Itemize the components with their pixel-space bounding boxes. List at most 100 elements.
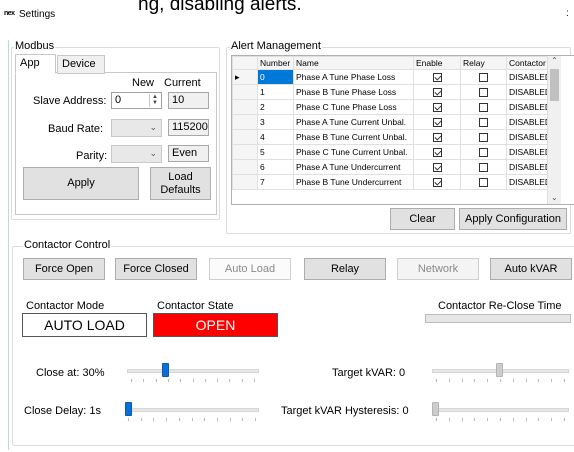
cell-enable <box>413 114 461 130</box>
cell-enable <box>413 99 461 115</box>
column-header-number[interactable]: Number <box>257 56 294 70</box>
close-at-slider-thumb[interactable] <box>162 363 169 377</box>
column-header-name[interactable]: Name <box>293 56 414 70</box>
clear-button[interactable]: Clear <box>390 208 455 230</box>
target-kvar-hysteresis-slider-track[interactable] <box>432 408 569 412</box>
target-kvar-hysteresis-label: Target kVAR Hysteresis: 0 <box>281 405 409 417</box>
table-row[interactable]: 2 Phase C Tune Phase Loss DISABLED <box>232 99 557 115</box>
slave-address-current: 10 <box>168 92 209 109</box>
table-row[interactable]: ▸ 0 Phase A Tune Phase Loss DISABLED <box>232 69 557 85</box>
relay-checkbox[interactable] <box>479 178 488 188</box>
column-header-relay[interactable]: Relay <box>460 56 507 70</box>
table-row[interactable]: 6 Phase A Tune Undercurrent DISABLED <box>232 159 557 175</box>
relay-checkbox[interactable] <box>479 88 488 98</box>
row-selector[interactable] <box>232 129 258 145</box>
cell-name[interactable]: Phase B Tune Current Unbal. <box>293 129 414 145</box>
enable-checkbox[interactable] <box>432 73 442 83</box>
target-kvar-hysteresis-slider-thumb[interactable] <box>432 402 439 416</box>
enable-checkbox[interactable] <box>432 133 442 143</box>
table-row[interactable]: 1 Phase B Tune Phase Loss DISABLED <box>232 84 557 100</box>
close-at-label: Close at: 30% <box>36 367 105 379</box>
cell-relay <box>460 84 507 100</box>
cell-number[interactable]: 1 <box>257 84 294 100</box>
relay-checkbox[interactable] <box>479 118 488 128</box>
cell-name[interactable]: Phase C Tune Current Unbal. <box>293 144 414 160</box>
load-defaults-button[interactable]: Load Defaults <box>150 167 211 200</box>
slave-address-spinner[interactable]: ▲ ▼ <box>149 94 160 107</box>
table-row[interactable]: 3 Phase A Tune Current Unbal. DISABLED <box>232 114 557 130</box>
baud-rate-select[interactable]: ⌄ <box>111 119 162 137</box>
parity-current: Even <box>168 145 209 162</box>
cell-number[interactable]: 6 <box>257 159 294 175</box>
contactor-state-label: Contactor State <box>157 300 234 312</box>
row-selector[interactable] <box>232 114 258 130</box>
row-selector[interactable] <box>232 144 258 160</box>
alert-management-title: Alert Management <box>230 40 322 52</box>
window-menu-dots-icon[interactable]: : <box>566 8 569 19</box>
cell-name[interactable]: Phase A Tune Undercurrent <box>293 159 414 175</box>
cell-number[interactable]: 3 <box>257 114 294 130</box>
cell-enable <box>413 69 461 85</box>
force-open-button[interactable]: Force Open <box>23 258 105 280</box>
cell-number[interactable]: 2 <box>257 99 294 115</box>
close-delay-label: Close Delay: 1s <box>24 405 102 417</box>
cell-relay <box>460 174 507 190</box>
cell-number[interactable]: 7 <box>257 174 294 190</box>
table-row[interactable]: 7 Phase B Tune Undercurrent DISABLED <box>232 174 557 190</box>
cell-name[interactable]: Phase A Tune Current Unbal. <box>293 114 414 130</box>
scroll-up-icon[interactable]: ⌃ <box>548 56 561 65</box>
cell-number[interactable]: 0 <box>257 69 294 85</box>
auto-kvar-button[interactable]: Auto kVAR <box>490 258 572 280</box>
parity-select[interactable]: ⌄ <box>111 145 162 163</box>
table-row[interactable]: 5 Phase C Tune Current Unbal. DISABLED <box>232 144 557 160</box>
title-bar: nex Settings : <box>0 8 574 30</box>
row-selector[interactable] <box>232 174 258 190</box>
close-at-slider-ticks <box>131 379 255 383</box>
relay-checkbox[interactable] <box>479 163 488 173</box>
row-selector[interactable] <box>232 99 258 115</box>
cell-name[interactable]: Phase B Tune Undercurrent <box>293 174 414 190</box>
network-button[interactable]: Network <box>397 258 479 280</box>
enable-checkbox[interactable] <box>432 163 442 173</box>
cell-relay <box>460 129 507 145</box>
enable-checkbox[interactable] <box>432 148 442 158</box>
relay-checkbox[interactable] <box>479 103 488 113</box>
target-kvar-slider-thumb[interactable] <box>496 363 503 377</box>
relay-checkbox[interactable] <box>479 133 488 143</box>
auto-load-button[interactable]: Auto Load <box>209 258 291 280</box>
row-selector[interactable] <box>232 159 258 175</box>
force-closed-button[interactable]: Force Closed <box>115 258 197 280</box>
tab-device[interactable]: Device <box>57 55 105 74</box>
column-header-enable[interactable]: Enable <box>413 56 461 70</box>
close-delay-slider-thumb[interactable] <box>125 402 132 416</box>
target-kvar-slider-ticks <box>436 379 565 383</box>
apply-configuration-button[interactable]: Apply Configuration <box>459 208 567 230</box>
slave-address-input[interactable]: 0 ▲ ▼ <box>111 92 162 109</box>
row-selector[interactable] <box>232 84 258 100</box>
relay-checkbox[interactable] <box>479 148 488 158</box>
cell-name[interactable]: Phase A Tune Phase Loss <box>293 69 414 85</box>
scroll-down-icon[interactable]: ⌄ <box>551 193 558 202</box>
enable-checkbox[interactable] <box>432 178 442 188</box>
close-at-slider-track[interactable] <box>127 369 259 373</box>
enable-checkbox[interactable] <box>432 103 442 113</box>
relay-button[interactable]: Relay <box>304 258 386 280</box>
app-logo-icon: nex <box>4 10 15 17</box>
cell-number[interactable]: 4 <box>257 129 294 145</box>
apply-button[interactable]: Apply <box>23 167 139 200</box>
close-delay-slider-track[interactable] <box>125 408 259 412</box>
tab-app[interactable]: App <box>15 54 56 74</box>
enable-checkbox[interactable] <box>432 118 442 128</box>
parity-label: Parity: <box>76 150 108 162</box>
cell-name[interactable]: Phase C Tune Phase Loss <box>293 99 414 115</box>
close-delay-slider-ticks <box>128 418 256 422</box>
relay-checkbox[interactable] <box>479 73 488 83</box>
row-selector[interactable]: ▸ <box>232 69 258 85</box>
scrollbar-thumb[interactable] <box>550 69 559 101</box>
alert-table-scrollbar[interactable]: ⌃ ⌄ <box>547 56 561 204</box>
cell-name[interactable]: Phase B Tune Phase Loss <box>293 84 414 100</box>
cell-number[interactable]: 5 <box>257 144 294 160</box>
cell-relay <box>460 144 507 160</box>
enable-checkbox[interactable] <box>432 88 442 98</box>
table-row[interactable]: 4 Phase B Tune Current Unbal. DISABLED <box>232 129 557 145</box>
